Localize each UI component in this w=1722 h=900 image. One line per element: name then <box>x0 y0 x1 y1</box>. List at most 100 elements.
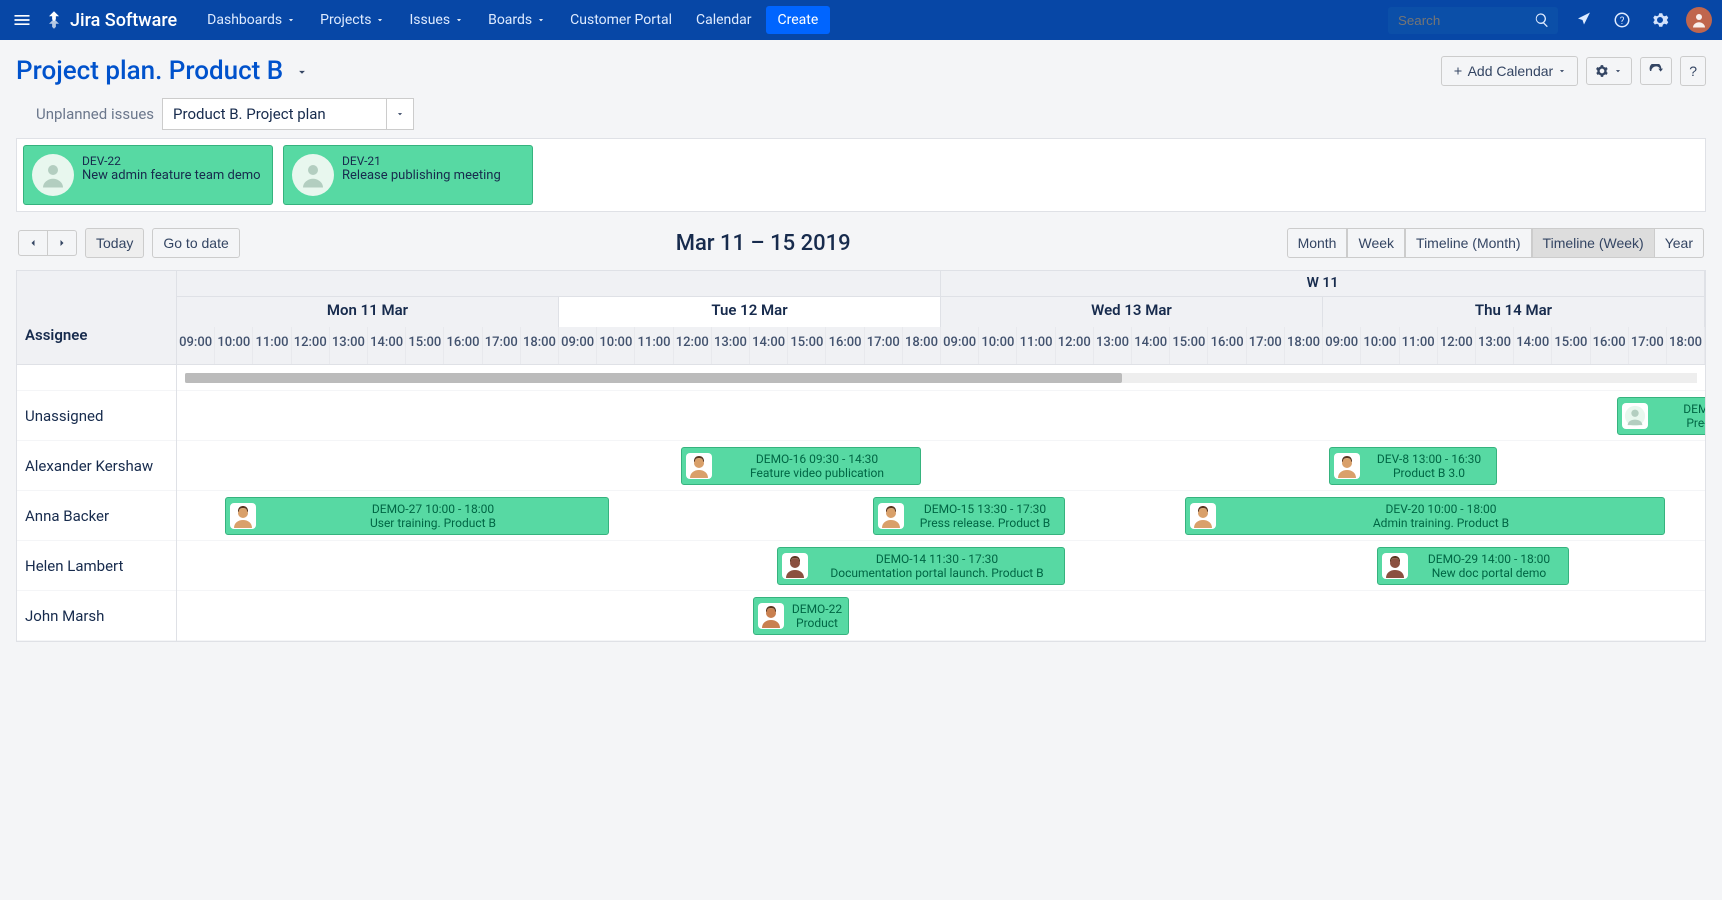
avatar-icon <box>1622 403 1648 429</box>
hour-header: 16:00 <box>826 327 864 364</box>
assignee-row: John Marsh <box>17 591 176 641</box>
avatar-placeholder-icon <box>292 154 334 196</box>
page-title-text: Project plan. Product B <box>16 56 283 86</box>
title-dropdown-icon[interactable] <box>295 56 309 86</box>
view-week[interactable]: Week <box>1347 228 1405 258</box>
help-icon[interactable]: ? <box>1610 8 1634 32</box>
nav-item-projects[interactable]: Projects <box>310 4 395 36</box>
hour-header: 14:00 <box>1132 327 1170 364</box>
event[interactable]: DEV-20 10:00 - 18:00Admin training. Prod… <box>1185 497 1665 535</box>
nav-item-issues[interactable]: Issues <box>399 4 474 36</box>
hour-header: 15:00 <box>406 327 444 364</box>
event[interactable]: DEMO-22Product <box>753 597 849 635</box>
event[interactable]: DEMO-16 09:30 - 14:30Feature video publi… <box>681 447 921 485</box>
unplanned-row: Unplanned issues Product B. Project plan <box>16 98 1706 130</box>
hour-header: 09:00 <box>177 327 215 364</box>
nav-right: ? <box>1388 7 1712 34</box>
timeline-header: Assignee W 11 Mon 11 MarTue 12 MarWed 13… <box>17 271 1705 365</box>
next-button[interactable] <box>48 230 77 256</box>
day-row: Mon 11 MarTue 12 MarWed 13 MarThu 14 Mar <box>177 297 1705 327</box>
avatar-icon <box>686 453 712 479</box>
chevron-right-icon <box>56 237 68 249</box>
add-calendar-button[interactable]: Add Calendar <box>1441 56 1579 86</box>
help-button[interactable]: ? <box>1680 56 1706 86</box>
lane-row: DEMO-27 10:00 - 18:00User training. Prod… <box>177 491 1705 541</box>
week-row: W 11 <box>177 271 1705 297</box>
hour-header: 15:00 <box>1552 327 1590 364</box>
nav-item-dashboards[interactable]: Dashboards <box>197 4 306 36</box>
hour-header: 13:00 <box>1476 327 1514 364</box>
hour-header: 16:00 <box>1591 327 1629 364</box>
nav-item-customer-portal[interactable]: Customer Portal <box>560 4 682 36</box>
hour-header: 13:00 <box>330 327 368 364</box>
profile-avatar[interactable] <box>1686 7 1712 33</box>
feedback-icon[interactable] <box>1572 8 1596 32</box>
hour-header: 17:00 <box>1629 327 1667 364</box>
nav-item-boards[interactable]: Boards <box>478 4 556 36</box>
event[interactable]: DEMO-2Pre-lau <box>1617 397 1705 435</box>
page-header: Project plan. Product B Add Calendar ? <box>16 56 1706 86</box>
hour-header: 15:00 <box>788 327 826 364</box>
hour-header: 12:00 <box>674 327 712 364</box>
brand-text: Jira Software <box>70 10 177 31</box>
hour-header: 16:00 <box>1208 327 1246 364</box>
hour-header: 18:00 <box>1285 327 1323 364</box>
goto-date-button[interactable]: Go to date <box>152 228 239 258</box>
settings-icon[interactable] <box>1648 8 1672 32</box>
assignee-row: Anna Backer <box>17 491 176 541</box>
create-button[interactable]: Create <box>766 6 831 34</box>
search-icon <box>1534 12 1550 28</box>
timeline-lanes: DEMO-2Pre-lau DEMO-16 09:30 - 14:30Featur… <box>177 365 1705 641</box>
prev-button[interactable] <box>18 230 48 256</box>
issue-card[interactable]: DEV-22New admin feature team demo <box>23 145 273 205</box>
card-text: DEV-22New admin feature team demo <box>82 154 261 196</box>
hour-header: 13:00 <box>712 327 750 364</box>
search-input[interactable] <box>1388 7 1558 34</box>
date-range-title: Mar 11 – 15 2019 <box>676 231 851 256</box>
jira-logo[interactable]: Jira Software <box>44 10 177 31</box>
view-timeline-week-[interactable]: Timeline (Week) <box>1532 228 1655 258</box>
event[interactable]: DEMO-29 14:00 - 18:00New doc portal demo <box>1377 547 1569 585</box>
filter-select[interactable]: Product B. Project plan <box>162 98 414 130</box>
nav-item-calendar[interactable]: Calendar <box>686 4 762 36</box>
horizontal-scrollbar[interactable] <box>177 365 1705 391</box>
timeline-header-right: W 11 Mon 11 MarTue 12 MarWed 13 MarThu 1… <box>177 271 1705 365</box>
top-nav: Jira Software DashboardsProjectsIssuesBo… <box>0 0 1722 40</box>
view-month[interactable]: Month <box>1287 228 1348 258</box>
refresh-button[interactable] <box>1640 57 1672 85</box>
filter-selected: Product B. Project plan <box>162 98 387 130</box>
hour-header: 12:00 <box>292 327 330 364</box>
today-button[interactable]: Today <box>85 228 144 258</box>
view-year[interactable]: Year <box>1655 228 1704 258</box>
settings-button[interactable] <box>1586 57 1632 85</box>
avatar-icon <box>1190 503 1216 529</box>
menu-icon[interactable] <box>10 8 34 32</box>
lane-row: DEMO-16 09:30 - 14:30Feature video publi… <box>177 441 1705 491</box>
hour-header: 12:00 <box>1056 327 1094 364</box>
svg-text:?: ? <box>1620 16 1625 27</box>
event[interactable]: DEMO-27 10:00 - 18:00User training. Prod… <box>225 497 609 535</box>
plus-icon <box>1452 65 1464 77</box>
hour-header: 14:00 <box>1514 327 1552 364</box>
scroll-thumb[interactable] <box>185 373 1122 383</box>
event[interactable]: DEV-8 13:00 - 16:30Product B 3.0 <box>1329 447 1497 485</box>
event-text: DEMO-22Product <box>790 602 844 631</box>
chevron-left-icon <box>27 237 39 249</box>
assignee-column: UnassignedAlexander KershawAnna BackerHe… <box>17 365 177 641</box>
event-text: DEMO-2Pre-lau <box>1654 402 1705 431</box>
unplanned-cards: DEV-22New admin feature team demo DEV-21R… <box>16 138 1706 212</box>
lane-row: DEMO-22Product <box>177 591 1705 641</box>
add-calendar-label: Add Calendar <box>1468 63 1554 79</box>
event[interactable]: DEMO-15 13:30 - 17:30Press release. Prod… <box>873 497 1065 535</box>
view-switcher: MonthWeekTimeline (Month)Timeline (Week)… <box>1287 228 1704 258</box>
cal-left: Today Go to date <box>18 228 240 258</box>
avatar-icon <box>878 503 904 529</box>
event-text: DEV-8 13:00 - 16:30Product B 3.0 <box>1366 452 1492 481</box>
event[interactable]: DEMO-14 11:30 - 17:30Documentation porta… <box>777 547 1065 585</box>
day-header: Thu 14 Mar <box>1323 297 1705 327</box>
view-timeline-month-[interactable]: Timeline (Month) <box>1405 228 1532 258</box>
hour-header: 09:00 <box>559 327 597 364</box>
hour-row: 09:0010:0011:0012:0013:0014:0015:0016:00… <box>177 327 1705 365</box>
issue-card[interactable]: DEV-21Release publishing meeting <box>283 145 533 205</box>
chevron-down-icon[interactable] <box>387 98 414 130</box>
